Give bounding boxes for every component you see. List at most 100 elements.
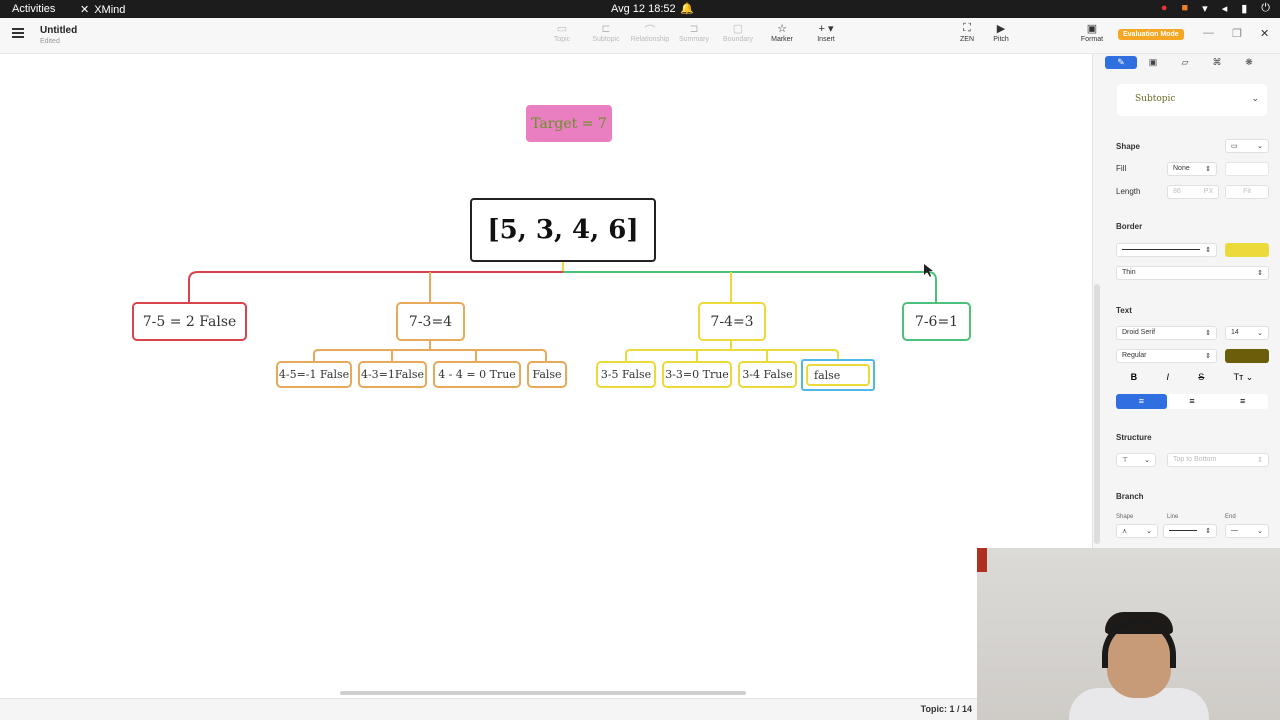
subtopic-3-2[interactable]: 3-3=0 True	[662, 361, 732, 388]
pitch-button[interactable]: ▶ Pitch	[989, 22, 1013, 43]
paintbrush-icon: ✎	[1117, 57, 1125, 67]
activities-button[interactable]: Activities	[12, 3, 55, 15]
close-icon[interactable]: ✕	[1260, 27, 1269, 40]
topic-button[interactable]: ▭ Topic	[540, 22, 584, 43]
outline-icon: ⌘	[1212, 57, 1222, 67]
strikethrough-icon[interactable]: S	[1198, 372, 1204, 386]
view-tools: ⛶ ZEN ▶ Pitch	[955, 22, 1013, 43]
insert-tools: ▭ Topic ⊏ Subtopic ⌒ Relationship ⊐ Summary …	[540, 22, 848, 43]
shape-select[interactable]: ▭ ⌄	[1225, 139, 1269, 153]
wifi-icon: ▾	[1202, 3, 1208, 15]
tab-map[interactable]: ▣	[1137, 56, 1169, 69]
font-size-select[interactable]: 14 ⌄	[1225, 326, 1269, 340]
border-weight-select[interactable]: Thin ⇕	[1116, 266, 1269, 280]
stepper-icon: ⇕	[1205, 353, 1211, 360]
fit-button[interactable]: Fit	[1225, 185, 1269, 199]
branch-topic-2[interactable]: 7-3=4	[396, 302, 465, 341]
tab-note[interactable]: ▱	[1169, 56, 1201, 69]
text-color-swatch[interactable]	[1225, 349, 1269, 363]
hamburger-menu-icon[interactable]	[12, 28, 24, 38]
boundary-icon: ▢	[732, 23, 744, 35]
system-top-bar: Activities ✕ XMind Avg 12 18:52 🔔 ● ■ ▾ …	[0, 0, 1280, 18]
chevron-down-icon: ⌄	[1146, 528, 1152, 535]
branch-line-select[interactable]: ⇕	[1163, 524, 1217, 538]
subtopic-button[interactable]: ⊏ Subtopic	[584, 22, 628, 43]
zen-button[interactable]: ⛶ ZEN	[955, 22, 979, 43]
stepper-icon: ⇕	[1205, 247, 1211, 254]
format-button[interactable]: ▣ Format	[1078, 22, 1106, 43]
summary-icon: ⊐	[689, 23, 699, 35]
subtopic-2-4[interactable]: False	[527, 361, 567, 388]
central-topic[interactable]: [5, 3, 4, 6]	[470, 198, 656, 262]
tab-outline[interactable]: ⌘	[1201, 56, 1233, 69]
mic-icon: ▮	[1241, 3, 1248, 15]
branch-topic-3[interactable]: 7-4=3	[698, 302, 766, 341]
branch-end-select[interactable]: — ⌄	[1225, 524, 1269, 538]
evaluation-mode-badge[interactable]: Evaluation Mode	[1118, 29, 1184, 40]
relationship-button[interactable]: ⌒ Relationship	[628, 22, 672, 43]
system-tray[interactable]: ● ■ ▾ ◂ ▮ ⏻	[1161, 2, 1270, 15]
subtopic-edit-field[interactable]: false	[806, 364, 870, 386]
clock[interactable]: Avg 12 18:52	[611, 3, 676, 15]
mindmap-canvas[interactable]: Target = 7 [5, 3, 4, 6] 7-5 = 2 False 7-…	[0, 54, 1092, 700]
document-status: Edited	[40, 38, 60, 45]
note-icon: ▱	[1181, 57, 1189, 67]
fill-select[interactable]: None ⇕	[1167, 162, 1217, 176]
format-tabs: ✎ ▣ ▱ ⌘ ❋	[1105, 56, 1265, 70]
structure-select[interactable]: Top to Bottom ⇕	[1167, 453, 1269, 467]
marker-button[interactable]: ☆ Marker	[760, 22, 804, 43]
subtopic-3-1[interactable]: 3-5 False	[596, 361, 656, 388]
text-label: Text	[1116, 306, 1132, 315]
volume-icon: ◂	[1221, 3, 1228, 15]
align-right-icon[interactable]: ≡	[1217, 394, 1268, 409]
length-input[interactable]: 86 PX	[1167, 185, 1219, 199]
subtopic-3-4-editing[interactable]: false	[801, 359, 875, 391]
summary-button[interactable]: ⊐ Summary	[672, 22, 716, 43]
document-title: Untitled	[40, 25, 78, 36]
tab-style[interactable]: ✎	[1105, 56, 1137, 69]
subtopic-3-3[interactable]: 3-4 False	[738, 361, 797, 388]
branch-shape-select[interactable]: ⋏ ⌄	[1116, 524, 1158, 538]
font-family-select[interactable]: Droid Serif ⇕	[1116, 326, 1217, 340]
format-panel: ✎ ▣ ▱ ⌘ ❋ Subtopic ⌄ Shape ▭ ⌄ Fill None…	[1092, 54, 1280, 548]
border-color-swatch[interactable]	[1225, 243, 1269, 257]
horizontal-scrollbar[interactable]	[340, 691, 746, 695]
topic-style-select[interactable]: Subtopic ⌄	[1117, 84, 1267, 116]
fill-color-swatch[interactable]	[1225, 162, 1269, 176]
italic-icon[interactable]: I	[1166, 372, 1169, 386]
length-label: Length	[1116, 187, 1141, 196]
structure-icon-select[interactable]: ⊤ ⌄	[1116, 453, 1156, 467]
branch-topic-1[interactable]: 7-5 = 2 False	[132, 302, 247, 341]
webcam-red-object	[977, 548, 987, 572]
branch-topic-4[interactable]: 7-6=1	[902, 302, 971, 341]
webcam-overlay	[977, 548, 1280, 720]
structure-label: Structure	[1116, 433, 1152, 442]
text-case-icon[interactable]: Tт ⌄	[1234, 372, 1254, 386]
branch-shape-label: Shape	[1116, 514, 1134, 520]
subtopic-2-2[interactable]: 4-3=1False	[358, 361, 427, 388]
align-center-icon[interactable]: ≡	[1167, 394, 1218, 409]
stepper-icon: ⇕	[1205, 166, 1211, 173]
insert-button[interactable]: + ▾ Insert	[804, 22, 848, 43]
shape-label: Shape	[1116, 142, 1141, 151]
floating-topic-target[interactable]: Target = 7	[526, 105, 612, 142]
minimize-icon[interactable]: —	[1203, 27, 1214, 39]
tab-theme[interactable]: ❋	[1233, 56, 1265, 69]
panel-scrollbar[interactable]	[1094, 284, 1100, 544]
chevron-down-icon: ⌄	[1257, 330, 1263, 337]
maximize-icon[interactable]: ❐	[1232, 27, 1242, 40]
boundary-button[interactable]: ▢ Boundary	[716, 22, 760, 43]
topic-icon: ▭	[556, 23, 568, 35]
bell-icon[interactable]: 🔔	[680, 2, 694, 15]
border-style-select[interactable]: ⇕	[1116, 243, 1217, 257]
network-icon: ■	[1181, 2, 1189, 14]
chrome-icon: ●	[1160, 2, 1168, 14]
font-weight-select[interactable]: Regular ⇕	[1116, 349, 1217, 363]
subtopic-2-1[interactable]: 4-5=-1 False	[276, 361, 352, 388]
subtopic-2-3[interactable]: 4 - 4 = 0 True	[433, 361, 521, 388]
align-left-icon[interactable]: ≡	[1116, 394, 1167, 409]
star-icon: ☆	[777, 23, 787, 35]
chevron-down-icon: ⌄	[1251, 94, 1259, 104]
app-menu[interactable]: ✕ XMind	[80, 3, 125, 17]
bold-icon[interactable]: B	[1131, 372, 1138, 386]
